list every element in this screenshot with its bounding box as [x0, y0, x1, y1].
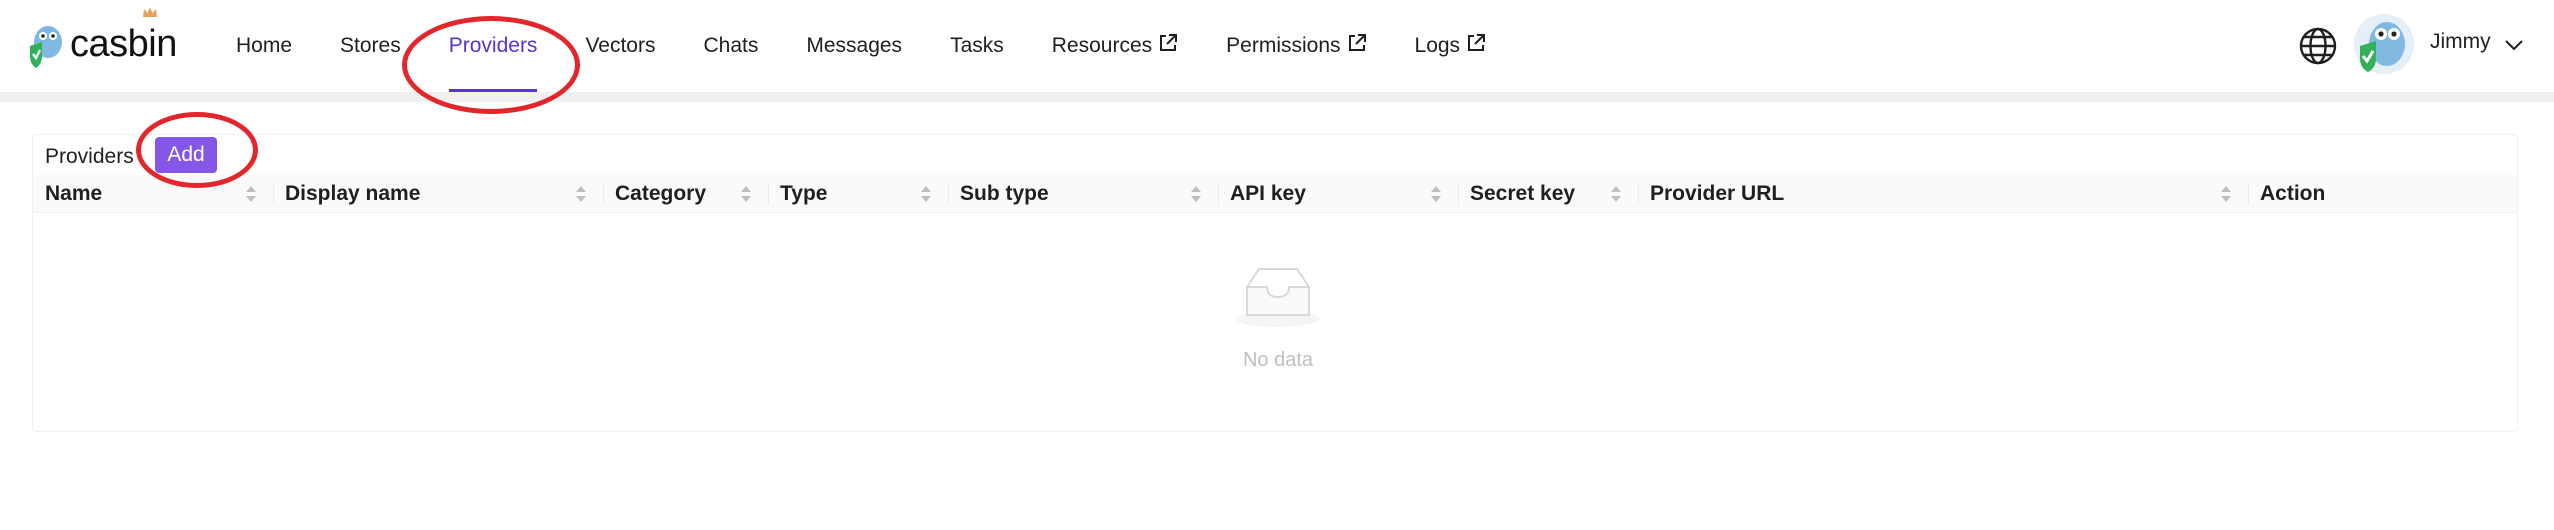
external-link-icon	[1468, 34, 1486, 51]
sort-icon[interactable]	[1609, 183, 1623, 205]
column-label: Type	[780, 182, 828, 205]
external-link-icon	[1348, 34, 1366, 51]
nav-tasks[interactable]: Tasks	[950, 0, 1004, 92]
column-header-sub-type[interactable]: Sub type	[948, 175, 1218, 213]
empty-state-text: No data	[1242, 349, 1314, 371]
main-nav: Home Stores Providers Vectors Chats Mess…	[236, 0, 1486, 92]
nav-messages-label: Messages	[806, 34, 903, 57]
nav-vectors-label: Vectors	[585, 34, 656, 57]
nav-vectors[interactable]: Vectors	[585, 0, 655, 92]
sort-icon[interactable]	[1189, 183, 1203, 205]
column-label: Name	[45, 182, 103, 205]
nav-logs-label: Logs	[1414, 34, 1461, 57]
header-divider	[0, 92, 2554, 102]
table-title-row: Providers Add	[33, 135, 2517, 175]
table-header: Name Display name Category Type Sub type…	[33, 175, 2517, 213]
nav-tasks-label: Tasks	[950, 34, 1004, 57]
table-title: Providers	[45, 145, 134, 168]
nav-resources-label: Resources	[1051, 34, 1153, 57]
empty-inbox-icon	[1236, 268, 1320, 327]
language-globe-icon[interactable]	[2298, 26, 2338, 66]
nav-permissions[interactable]: Permissions	[1226, 0, 1366, 92]
column-label: Display name	[285, 182, 421, 205]
nav-providers-label: Providers	[448, 34, 538, 57]
add-provider-button[interactable]: Add	[155, 137, 217, 173]
sort-icon[interactable]	[739, 183, 753, 205]
chevron-down-icon[interactable]	[2504, 38, 2524, 52]
nav-home-label: Home	[236, 34, 293, 57]
top-navbar: casbin Home Stores Providers Vectors Cha…	[0, 0, 2554, 92]
casbin-logo[interactable]: casbin	[26, 18, 177, 74]
user-name[interactable]: Jimmy	[2430, 30, 2491, 54]
column-label: Category	[615, 182, 707, 205]
external-link-icon	[1160, 34, 1178, 51]
crown-icon	[143, 7, 157, 17]
nav-resources[interactable]: Resources	[1052, 0, 1178, 92]
column-header-api-key[interactable]: API key	[1218, 175, 1458, 213]
user-avatar[interactable]	[2354, 14, 2414, 74]
column-header-provider-url[interactable]: Provider URL	[1638, 175, 2248, 213]
column-header-name[interactable]: Name	[33, 175, 273, 213]
nav-stores-label: Stores	[340, 34, 401, 57]
brand-name: casbin	[70, 22, 177, 65]
nav-permissions-label: Permissions	[1226, 34, 1341, 57]
sort-icon[interactable]	[574, 183, 588, 205]
column-label: Provider URL	[1650, 182, 1785, 205]
nav-chats-label: Chats	[703, 34, 759, 57]
providers-table-card: Providers Add Name Display name Category…	[32, 134, 2518, 432]
column-label: Sub type	[960, 182, 1049, 205]
sort-icon[interactable]	[2219, 183, 2233, 205]
nav-chats[interactable]: Chats	[703, 0, 758, 92]
casbin-mascot-icon	[30, 26, 62, 68]
nav-messages[interactable]: Messages	[806, 0, 902, 92]
nav-stores[interactable]: Stores	[340, 0, 401, 92]
column-label: API key	[1230, 182, 1306, 205]
column-header-action: Action	[2248, 175, 2518, 213]
column-label: Action	[2260, 182, 2326, 205]
sort-icon[interactable]	[1429, 183, 1443, 205]
sort-icon[interactable]	[919, 183, 933, 205]
sort-icon[interactable]	[244, 183, 258, 205]
column-header-display-name[interactable]: Display name	[273, 175, 603, 213]
nav-providers[interactable]: Providers	[448, 0, 538, 92]
nav-home[interactable]: Home	[236, 0, 292, 92]
nav-logs[interactable]: Logs	[1415, 0, 1487, 92]
column-label: Secret key	[1470, 182, 1576, 205]
